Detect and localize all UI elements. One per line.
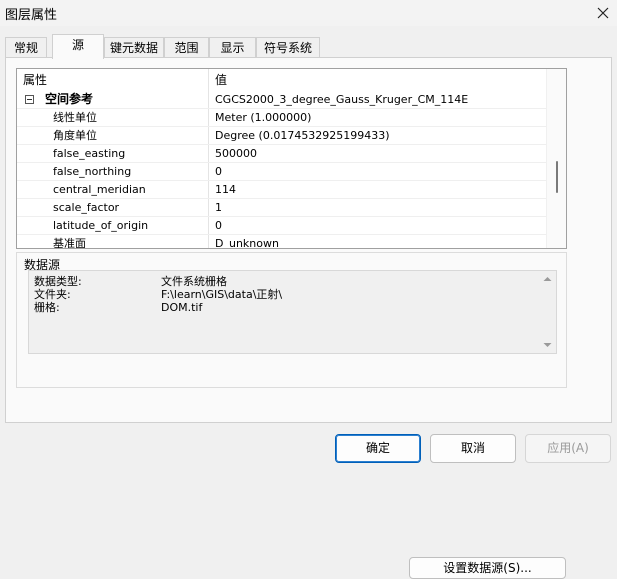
- row-value: Meter (1.000000): [215, 111, 312, 124]
- tab-display[interactable]: 显示: [209, 37, 256, 58]
- datasource-scrollbar[interactable]: [539, 271, 556, 353]
- datasource-value: 文件系统栅格: [161, 275, 227, 288]
- row-name: false_easting: [53, 147, 126, 160]
- grid-row[interactable]: false_northing 0: [17, 163, 548, 181]
- header-property[interactable]: 属性: [17, 69, 209, 91]
- datasource-value: F:\learn\GIS\data\正射\: [161, 288, 283, 301]
- row-value: D_unknown: [215, 237, 279, 249]
- row-value: 0: [215, 219, 222, 232]
- title-bar: 图层属性: [0, 0, 617, 26]
- cancel-button[interactable]: 取消: [430, 434, 516, 463]
- property-grid[interactable]: 属性 值 空间参考 CGCS2000_3_degree_Gauss_Kruger…: [16, 68, 567, 249]
- datasource-key: 栅格:: [34, 301, 60, 314]
- close-icon: [597, 7, 609, 19]
- datasource-info-box[interactable]: 数据类型: 文件系统栅格 文件夹: F:\learn\GIS\data\正射\ …: [28, 270, 557, 354]
- row-name: central_meridian: [53, 183, 146, 196]
- row-name: 线性单位: [53, 111, 97, 124]
- row-value: Degree (0.0174532925199433): [215, 129, 390, 142]
- grid-row[interactable]: 角度单位 Degree (0.0174532925199433): [17, 127, 548, 145]
- scrollbar-thumb[interactable]: [556, 161, 558, 193]
- row-value: 114: [215, 183, 236, 196]
- grid-header: 属性 值: [17, 69, 548, 91]
- row-name: 角度单位: [53, 129, 97, 142]
- source-tab-panel: 属性 值 空间参考 CGCS2000_3_degree_Gauss_Kruger…: [5, 57, 612, 579]
- row-value: 1: [215, 201, 222, 214]
- row-name: 基准面: [53, 237, 86, 249]
- tab-source[interactable]: 源: [52, 34, 104, 59]
- grid-scrollbar[interactable]: [546, 69, 566, 248]
- ok-button[interactable]: 确定: [335, 434, 421, 463]
- arrow-up-icon[interactable]: [539, 272, 556, 286]
- datasource-value: DOM.tif: [161, 301, 203, 314]
- row-name: scale_factor: [53, 201, 120, 214]
- datasource-key: 数据类型:: [34, 275, 82, 288]
- grid-row-spatial-reference[interactable]: 空间参考 CGCS2000_3_degree_Gauss_Kruger_CM_1…: [17, 91, 548, 109]
- collapse-icon[interactable]: [25, 95, 34, 104]
- grid-rows: 空间参考 CGCS2000_3_degree_Gauss_Kruger_CM_1…: [17, 91, 548, 249]
- tab-symbology[interactable]: 符号系统: [256, 37, 320, 58]
- row-value: 500000: [215, 147, 257, 160]
- grid-row[interactable]: 线性单位 Meter (1.000000): [17, 109, 548, 127]
- tab-key-metadata[interactable]: 键元数据: [104, 37, 164, 58]
- grid-row[interactable]: scale_factor 1: [17, 199, 548, 217]
- tab-extent[interactable]: 范围: [164, 37, 209, 58]
- header-value[interactable]: 值: [209, 69, 548, 91]
- set-datasource-button[interactable]: 设置数据源(S)...: [409, 557, 566, 579]
- close-button[interactable]: [589, 0, 617, 26]
- row-value: CGCS2000_3_degree_Gauss_Kruger_CM_114E: [215, 93, 469, 106]
- row-value: 0: [215, 165, 222, 178]
- window-title: 图层属性: [5, 8, 58, 23]
- tab-general[interactable]: 常规: [5, 37, 47, 58]
- row-name: latitude_of_origin: [53, 219, 149, 232]
- grid-row[interactable]: 基准面 D_unknown: [17, 235, 548, 249]
- row-name: false_northing: [53, 165, 132, 178]
- grid-row[interactable]: central_meridian 114: [17, 181, 548, 199]
- apply-button[interactable]: 应用(A): [525, 434, 611, 463]
- grid-row[interactable]: latitude_of_origin 0: [17, 217, 548, 235]
- row-name: 空间参考: [45, 92, 94, 106]
- tab-strip: 常规 源 键元数据 范围 显示 符号系统: [5, 34, 615, 59]
- grid-row[interactable]: false_easting 500000: [17, 145, 548, 163]
- datasource-key: 文件夹:: [34, 288, 71, 301]
- datasource-group: 数据源 数据类型: 文件系统栅格 文件夹: F:\learn\GIS\data\…: [16, 252, 567, 579]
- arrow-down-icon[interactable]: [539, 338, 556, 352]
